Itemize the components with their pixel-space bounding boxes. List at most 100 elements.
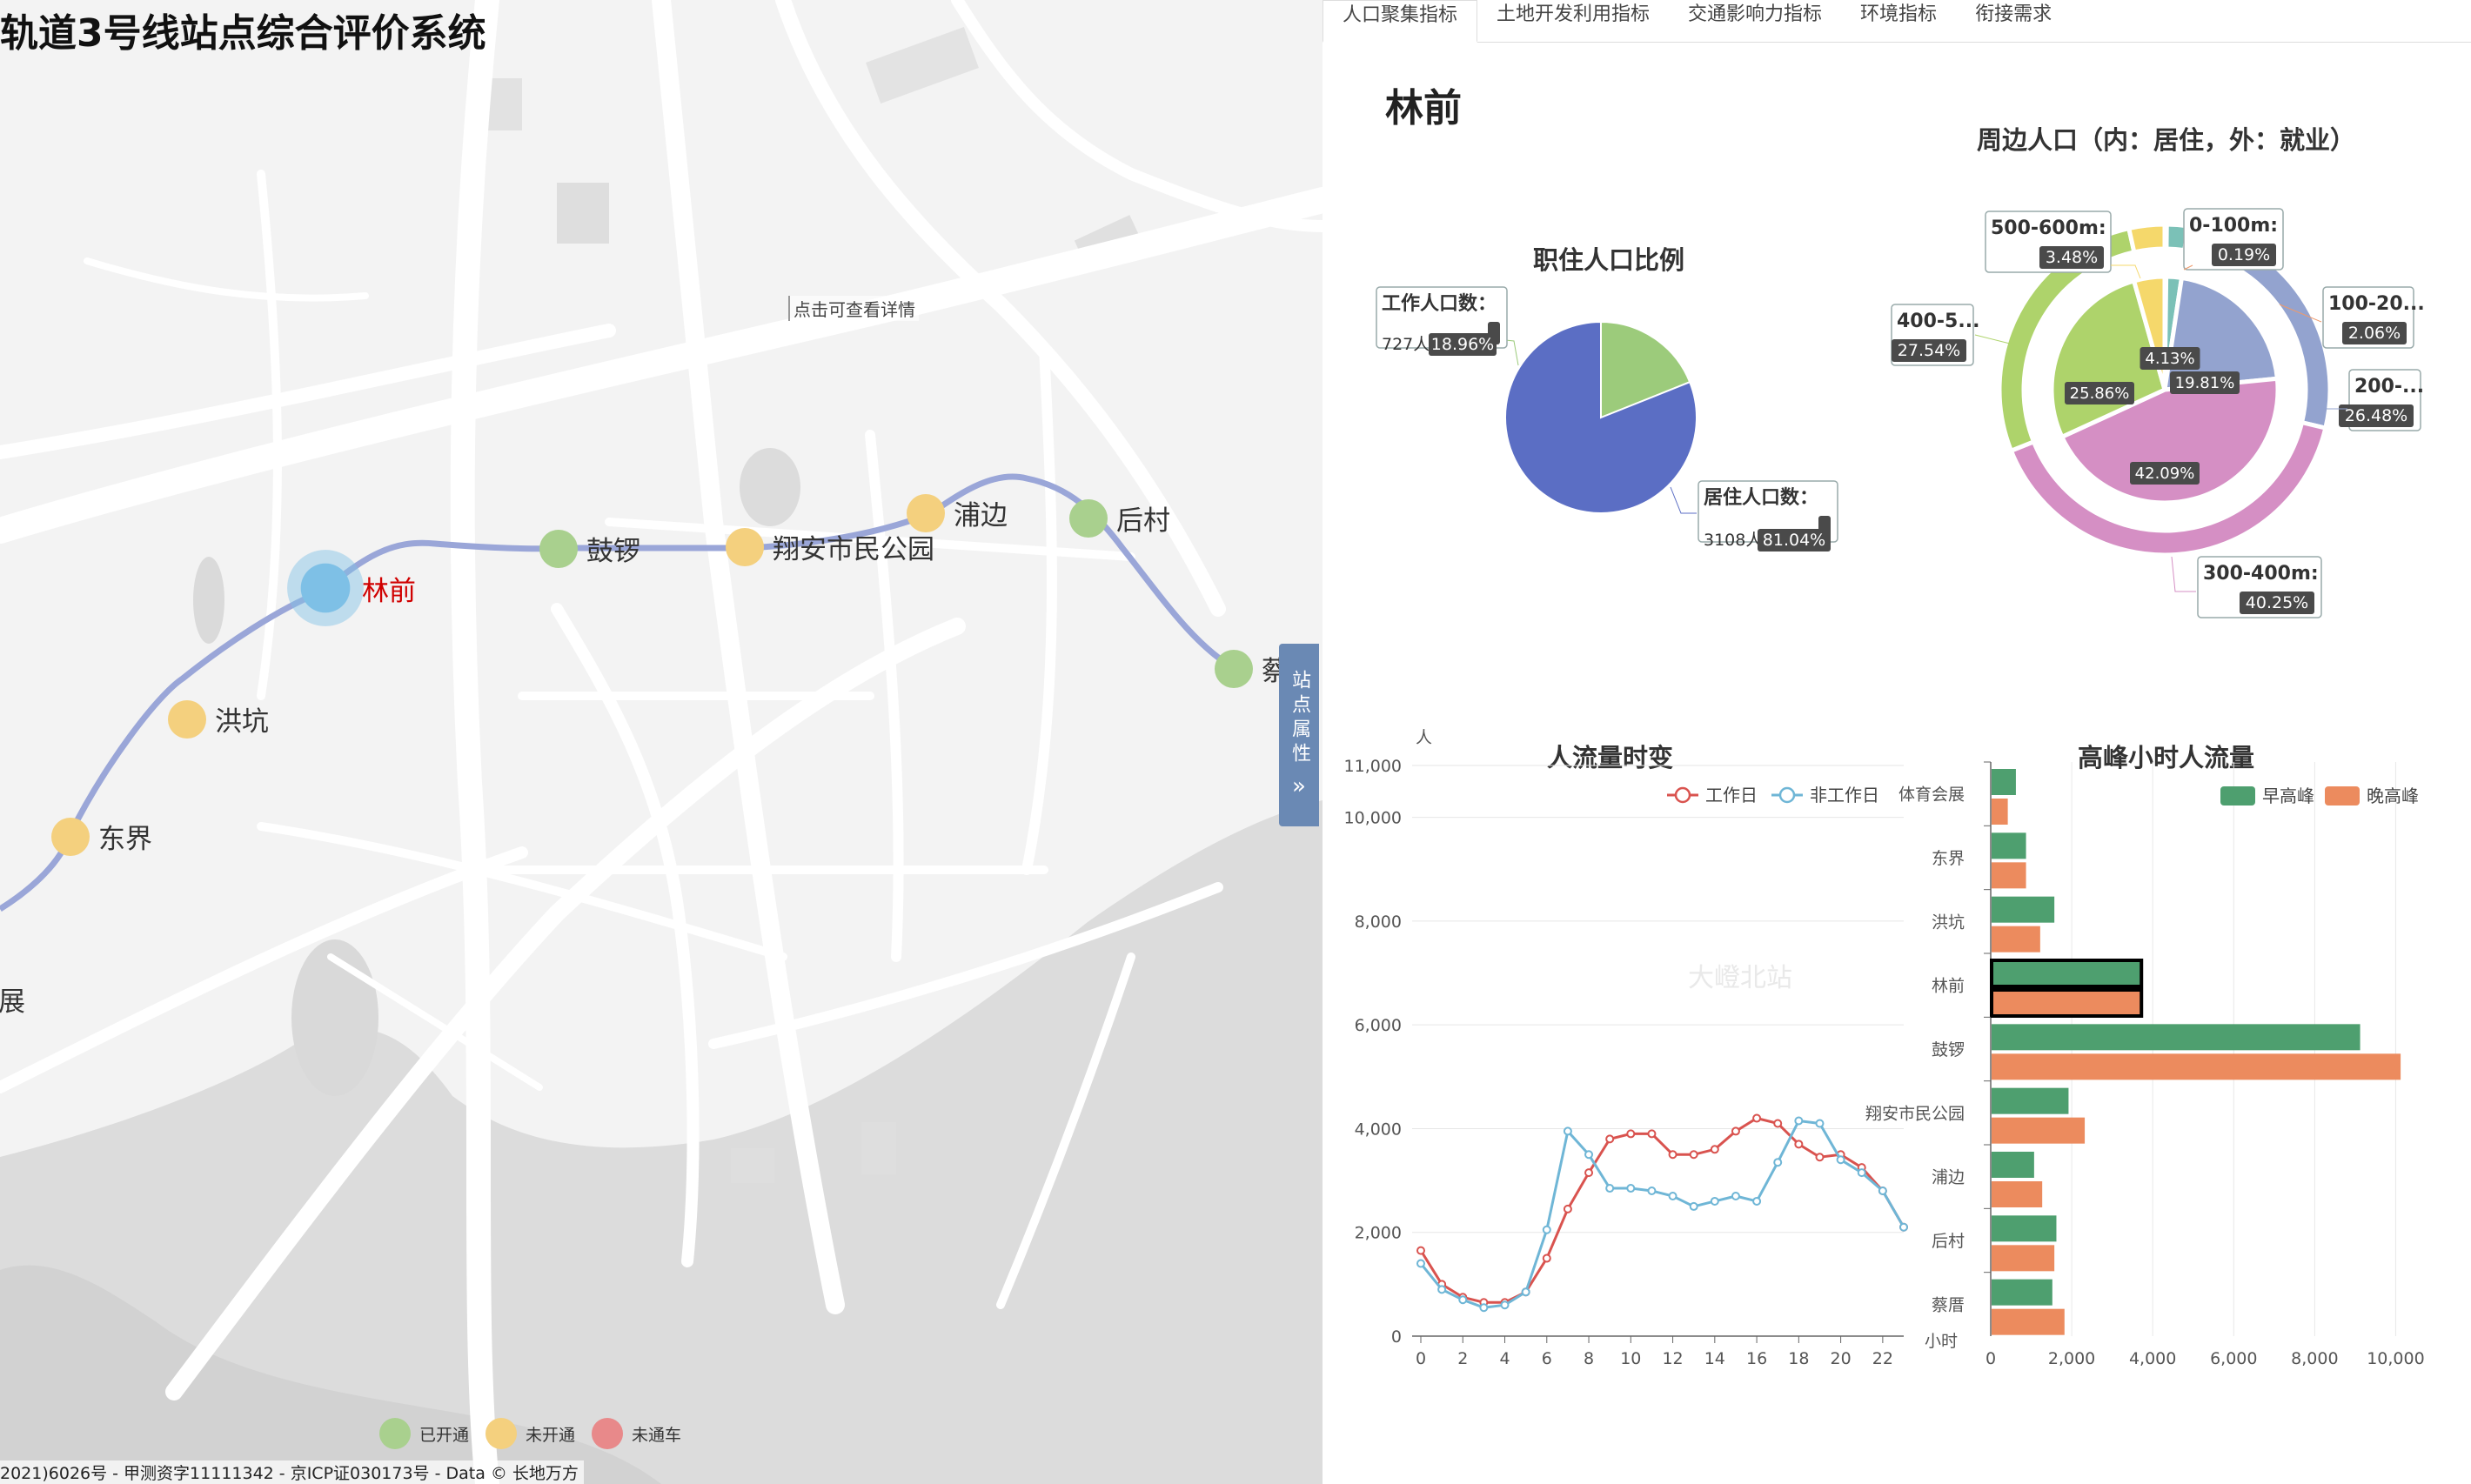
series-point	[1626, 1184, 1636, 1193]
series-point	[1437, 1285, 1447, 1294]
callout-work-count: 727人	[1382, 335, 1430, 354]
series-point	[1605, 1184, 1615, 1193]
station-label: 翔安市民公园	[773, 534, 934, 565]
series-point	[1521, 1287, 1530, 1297]
legend-label: 早高峰	[2262, 785, 2314, 806]
callout-live-count: 3108人	[1704, 531, 1762, 550]
ring-callout-0-value: 3.48%	[2046, 248, 2098, 267]
series-point	[1563, 1126, 1572, 1136]
callout-live-label: 居住人口数：	[1704, 486, 1818, 509]
ring-callout-4-label: 300-400m:	[2203, 563, 2319, 585]
station-guluo[interactable]: 鼓锣	[539, 529, 640, 568]
series-point	[1899, 1222, 1908, 1232]
toggle-label: 站点属性	[1289, 670, 1310, 767]
bar-0	[1992, 1152, 2034, 1178]
legend-label: 工作日	[1705, 785, 1758, 806]
bar-1	[1990, 988, 2144, 1018]
legend-label: 晚高峰	[2367, 785, 2419, 806]
legend-swatch	[485, 1418, 517, 1449]
leader-line	[1670, 486, 1697, 514]
series-point	[1836, 1155, 1845, 1165]
y-tick-label: 11,000	[1344, 757, 1402, 776]
series-point	[1878, 1187, 1887, 1196]
legend-swatch	[592, 1418, 623, 1449]
legend-swatch	[2325, 786, 2360, 806]
x-tick-label: 6	[1542, 1349, 1552, 1368]
series-point	[1584, 1168, 1594, 1178]
legend-label: 未通车	[632, 1425, 682, 1445]
category-label: 东界	[1932, 849, 1965, 868]
x-tick-label: 8,000	[2291, 1349, 2338, 1368]
x-tick-label: 12	[1662, 1349, 1683, 1368]
x-tick-label: 10	[1620, 1349, 1641, 1368]
station-linqian[interactable]: 林前	[287, 550, 416, 626]
station-houcun[interactable]: 后村	[1069, 498, 1170, 538]
bar-0	[1992, 1215, 2057, 1242]
station-marker	[1215, 649, 1253, 688]
watermark: 大嶝北站	[1688, 963, 1792, 993]
basemap[interactable]	[0, 0, 1323, 1484]
x-tick-label: 22	[1872, 1349, 1893, 1368]
station-hongkeng[interactable]: 洪坑	[168, 699, 269, 739]
series-point	[1668, 1191, 1677, 1200]
ring-callout-2-value: 2.06%	[2348, 324, 2401, 343]
y-tick-label: 2,000	[1355, 1224, 1402, 1243]
x-tick-label: 18	[1788, 1349, 1809, 1368]
station-label: 林前	[362, 575, 416, 607]
legend-opened: 已开通	[379, 1418, 469, 1449]
station-label: 鼓锣	[586, 536, 640, 567]
double-chevron-right-icon: »	[1292, 773, 1306, 799]
y-axis-label: 人	[1416, 728, 1432, 747]
series-point	[1416, 1246, 1425, 1255]
ring-callout-0-label: 500-600m:	[1991, 217, 2106, 239]
x-tick-label: 2,000	[2048, 1349, 2095, 1368]
series-point	[1773, 1119, 1783, 1128]
x-tick-label: 8	[1584, 1349, 1594, 1368]
x-tick-label: 4	[1499, 1349, 1510, 1368]
x-tick-label: 0	[1416, 1349, 1426, 1368]
bar-1	[1992, 926, 2040, 953]
callout-work-label: 工作人口数：	[1382, 292, 1497, 315]
series-point	[1542, 1225, 1551, 1234]
ring-callout-5-label: 400-5...	[1897, 311, 1979, 332]
series-point	[1773, 1158, 1783, 1167]
station-pubian[interactable]: 浦边	[907, 493, 1008, 532]
station-label: 洪坑	[215, 706, 269, 738]
station-attribute-toggle[interactable]: 站点属性 »	[1279, 644, 1319, 826]
map-copyright: 2021)6026号 - 甲测资字11111342 - 京ICP证030173号…	[0, 1461, 584, 1484]
x-tick-label: 6,000	[2210, 1349, 2257, 1368]
ring-callout-1-label: 0-100m:	[2189, 215, 2278, 237]
station-marker	[168, 699, 206, 739]
station-marker	[539, 529, 578, 568]
ring-callout-5-value: 27.54%	[1898, 341, 1960, 360]
bar-1	[1992, 1181, 2043, 1207]
x-axis-label: 小时	[1925, 1332, 1958, 1351]
station-xiangan-park[interactable]: 翔安市民公园	[726, 527, 934, 566]
category-label: 林前	[1932, 977, 1965, 996]
bar-0	[1992, 1087, 2069, 1114]
legend-not-operational: 未通车	[592, 1418, 681, 1449]
station-dongjie[interactable]: 东界	[51, 817, 152, 856]
series-point	[1731, 1126, 1740, 1136]
series-point	[1584, 1150, 1594, 1160]
bar-1	[1992, 1308, 2065, 1335]
ring-callout-1-value: 0.19%	[2218, 245, 2270, 264]
app-title: 轨道3号线站点综合评价系统	[0, 11, 486, 56]
station-partial[interactable]: 展	[0, 979, 25, 1019]
x-tick-label: 0	[1986, 1349, 1996, 1368]
y-tick-label: 8,000	[1355, 912, 1402, 932]
bar-1	[1992, 1117, 2086, 1144]
station-marker	[1069, 498, 1108, 538]
series-point	[1794, 1140, 1804, 1149]
leader-line	[2171, 556, 2196, 592]
x-tick-label: 16	[1746, 1349, 1767, 1368]
callout-work-pct: 18.96%	[1431, 335, 1494, 354]
charts-canvas: 工作人口数： 727人 18.96% 居住人口数： 3108人 81.04% 4.13% 19…	[1344, 208, 2425, 1368]
bar-0	[1992, 1024, 2361, 1051]
legend-not-opened: 未开通	[485, 1418, 575, 1449]
map-panel[interactable]: 轨道3号线站点综合评价系统 点击可查看详情 林前 鼓锣 翔安市民公园 浦边 后村…	[0, 0, 1323, 1484]
category-label: 蔡厝	[1932, 1295, 1965, 1314]
legend-label: 未开通	[526, 1425, 576, 1445]
legend-swatch	[379, 1418, 411, 1449]
legend-label: 已开通	[419, 1425, 470, 1445]
